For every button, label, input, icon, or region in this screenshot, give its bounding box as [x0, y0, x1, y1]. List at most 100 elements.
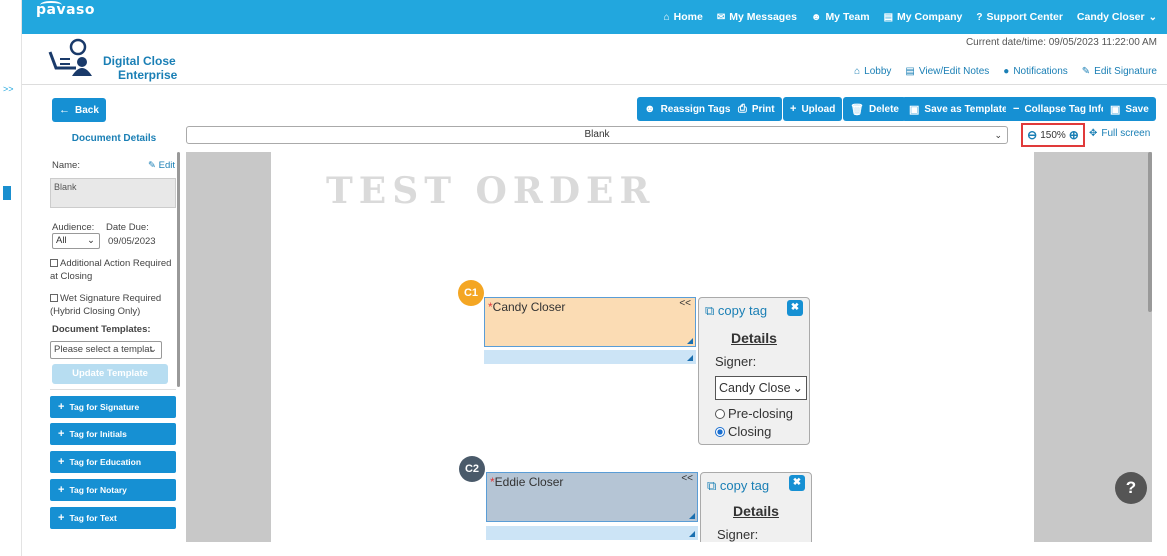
close-panel-button[interactable]: ✖ — [789, 475, 805, 491]
resize-handle-icon[interactable] — [689, 531, 695, 537]
pavaso-logo[interactable]: pavaso — [36, 1, 95, 18]
app-window: >> pavaso ⌂ Home ✉ My Messages ☻ My Team ▤ M… — [0, 0, 1167, 556]
additional-action-checkbox[interactable]: Additional Action Required at Closing — [50, 257, 180, 283]
signer-label: Signer: — [715, 354, 757, 369]
document-select[interactable]: Blank ⌄ — [186, 126, 1008, 144]
tag-details-panel-c2: ⧉ copy tag ✖ Details Signer: — [700, 472, 812, 542]
notes-link[interactable]: ▤ View/Edit Notes — [905, 66, 989, 77]
home-icon: ⌂ — [663, 11, 670, 23]
audience-select[interactable]: All ⌄ — [52, 233, 100, 249]
move-arrows-icon: ✥ — [1089, 128, 1098, 139]
resize-handle-icon[interactable] — [687, 338, 693, 344]
help-button[interactable]: ? — [1115, 472, 1147, 504]
signature-tag-c2[interactable]: *Eddie Closer << — [486, 472, 698, 522]
tag-sub-field[interactable] — [486, 526, 698, 540]
signer-select[interactable]: Candy Close ⌄ — [715, 376, 807, 400]
tag-badge-c2: C2 — [459, 456, 485, 482]
nav-my-company[interactable]: ▤ My Company — [884, 11, 963, 23]
arrow-left-icon: ← — [59, 104, 70, 116]
tag-for-signature-button[interactable]: + Tag for Signature — [50, 396, 176, 418]
plus-icon: + — [58, 401, 65, 413]
sidebar-scrollbar[interactable] — [177, 152, 180, 387]
floppy-icon: ▣ — [909, 103, 920, 116]
chevron-down-icon: ⌄ — [1148, 11, 1157, 23]
nav-my-team[interactable]: ☻ My Team — [811, 11, 870, 23]
pre-closing-radio[interactable]: Pre-closing — [715, 406, 793, 421]
name-field[interactable]: Blank — [50, 178, 176, 208]
top-bar: pavaso ⌂ Home ✉ My Messages ☻ My Team ▤ My C… — [22, 0, 1167, 34]
plus-icon: + — [58, 512, 65, 524]
wet-signature-checkbox[interactable]: Wet Signature Required (Hybrid Closing O… — [50, 292, 180, 318]
tag-for-text-button[interactable]: + Tag for Text — [50, 507, 176, 529]
chevron-down-icon: ⌄ — [792, 381, 803, 395]
zoom-level: 150% — [1040, 129, 1066, 141]
upload-button[interactable]: + Upload — [783, 97, 843, 121]
resize-handle-icon[interactable] — [689, 513, 695, 519]
update-template-button[interactable]: Update Template — [52, 364, 168, 384]
collapse-tag-info-button[interactable]: − Collapse Tag Info — [1006, 97, 1115, 121]
tag-sub-field[interactable] — [484, 350, 696, 364]
building-icon: ▤ — [883, 11, 894, 23]
chevron-down-icon: ⌄ — [994, 130, 1002, 140]
collapse-arrows-icon[interactable]: << — [681, 473, 693, 484]
tag-for-education-button[interactable]: + Tag for Education — [50, 451, 176, 473]
close-panel-button[interactable]: ✖ — [787, 300, 803, 316]
nav-support-center[interactable]: ? Support Center — [976, 11, 1063, 23]
nav-my-messages[interactable]: ✉ My Messages — [717, 11, 797, 23]
copy-tag-link[interactable]: ⧉ copy tag — [707, 478, 769, 494]
print-button[interactable]: ⎙ Print — [731, 97, 782, 121]
document-details-panel: Name: ✎ Edit Blank Audience: Date Due: A… — [50, 150, 180, 540]
zoom-in-icon[interactable]: ⊕ — [1069, 128, 1079, 142]
user-menu[interactable]: Candy Closer ⌄ — [1077, 11, 1157, 23]
reassign-tags-button[interactable]: ☻ Reassign Tags — [637, 97, 738, 121]
lobby-link[interactable]: ⌂ Lobby — [854, 66, 891, 77]
save-button[interactable]: ▣ Save — [1103, 97, 1156, 121]
edit-signature-link[interactable]: ✎ Edit Signature — [1082, 66, 1157, 77]
details-heading: Details — [731, 330, 777, 346]
brand: Digital Close Enterprise — [48, 38, 188, 82]
document-details-heading: Document Details — [71, 133, 157, 144]
date-due-value: 09/05/2023 — [108, 236, 156, 247]
expand-sidebar-toggle[interactable]: >> — [3, 84, 14, 94]
save-as-template-button[interactable]: ▣ Save as Template — [902, 97, 1015, 121]
watermark: TEST ORDER — [326, 170, 656, 212]
fullscreen-button[interactable]: ✥ Full screen — [1089, 128, 1150, 139]
nav-home[interactable]: ⌂ Home — [664, 11, 703, 23]
copy-icon: ⧉ — [705, 303, 718, 318]
delete-button[interactable]: 🗑 Delete — [843, 97, 906, 121]
question-circle-icon: ? — [976, 11, 983, 23]
zoom-out-icon[interactable]: ⊖ — [1027, 128, 1037, 142]
divider — [50, 389, 176, 390]
date-due-label: Date Due: — [106, 222, 149, 233]
minus-icon: − — [1013, 103, 1020, 115]
details-heading: Details — [733, 503, 779, 519]
templates-label: Document Templates: — [52, 324, 151, 335]
resize-handle-icon[interactable] — [687, 355, 693, 361]
chat-icon: ● — [1003, 66, 1010, 77]
signer-label: Signer: — [717, 527, 759, 542]
zoom-control: ⊖ 150% ⊕ — [1021, 123, 1085, 147]
tag-for-initials-button[interactable]: + Tag for Initials — [50, 423, 176, 445]
plus-icon: + — [58, 484, 65, 496]
tag-for-notary-button[interactable]: + Tag for Notary — [50, 479, 176, 501]
edit-icon: ✎ — [148, 160, 159, 171]
divider — [22, 84, 1167, 85]
printer-icon: ⎙ — [738, 102, 747, 115]
chevron-down-icon: ⌄ — [87, 235, 95, 246]
notifications-link[interactable]: ● Notifications — [1003, 66, 1068, 77]
viewer-scrollbar[interactable] — [1148, 152, 1152, 312]
signature-tag-c1[interactable]: *Candy Closer << — [484, 297, 696, 347]
plus-icon: + — [58, 456, 65, 468]
template-select[interactable]: Please select a templat ⌄ — [50, 341, 162, 359]
copy-tag-link[interactable]: ⧉ copy tag — [705, 303, 767, 319]
edit-name-link[interactable]: ✎ Edit — [148, 160, 175, 171]
closing-radio[interactable]: Closing — [715, 424, 771, 439]
team-icon: ☻ — [644, 103, 656, 115]
lobby-icon: ⌂ — [854, 66, 861, 77]
plus-icon: + — [58, 428, 65, 440]
copy-icon: ⧉ — [707, 478, 720, 493]
collapse-arrows-icon[interactable]: << — [679, 298, 691, 309]
back-button[interactable]: ← Back — [52, 98, 106, 122]
side-marker[interactable] — [3, 186, 11, 200]
tag-badge-c1: C1 — [458, 280, 484, 306]
